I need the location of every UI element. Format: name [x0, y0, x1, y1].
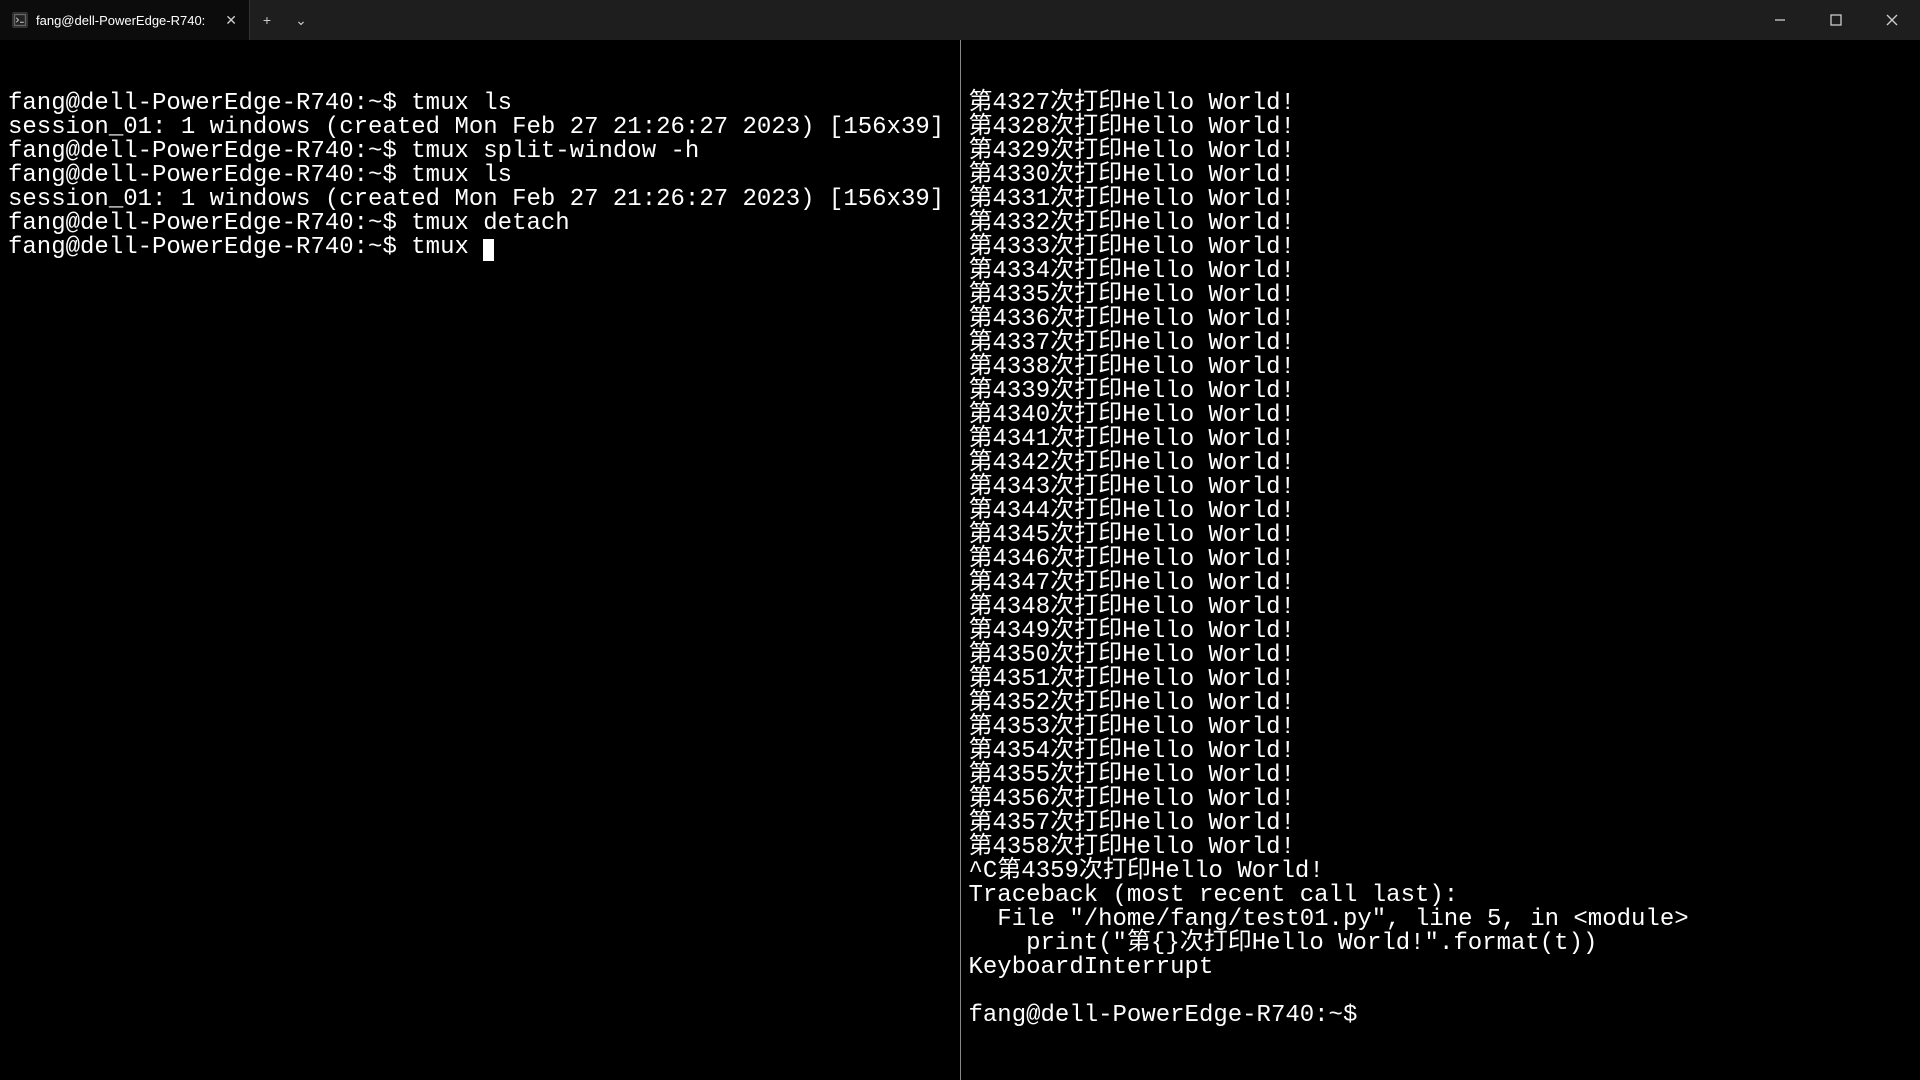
- tmux-pane-right[interactable]: 第4327次打印Hello World! 第4328次打印Hello World…: [961, 40, 1920, 1080]
- maximize-button[interactable]: [1808, 0, 1864, 40]
- tab-title: fang@dell-PowerEdge-R740:: [36, 13, 215, 28]
- close-window-button[interactable]: [1864, 0, 1920, 40]
- minimize-button[interactable]: [1752, 0, 1808, 40]
- tab-close-button[interactable]: ✕: [225, 12, 237, 29]
- terminal-body[interactable]: fang@dell-PowerEdge-R740:~$ tmux ls sess…: [0, 40, 1920, 1080]
- tmux-pane-left[interactable]: fang@dell-PowerEdge-R740:~$ tmux ls sess…: [0, 40, 960, 1080]
- window-titlebar: fang@dell-PowerEdge-R740: ✕ + ⌄: [0, 0, 1920, 40]
- terminal-tab[interactable]: fang@dell-PowerEdge-R740: ✕: [0, 0, 250, 40]
- tab-dropdown-button[interactable]: ⌄: [284, 0, 318, 40]
- terminal-icon: [12, 12, 28, 28]
- new-tab-button[interactable]: +: [250, 0, 284, 40]
